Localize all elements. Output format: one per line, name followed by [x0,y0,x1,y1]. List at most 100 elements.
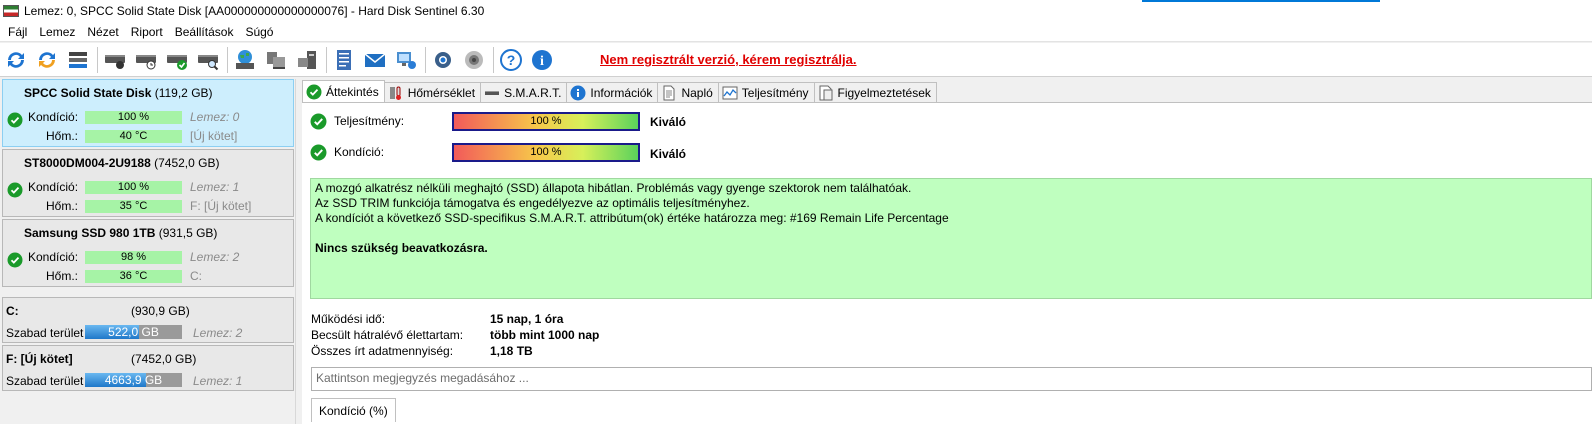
overview-content: Teljesítmény: 100 % Kiváló Kondíció: 100… [302,102,1592,424]
disk-size: (119,2 GB) [154,86,213,100]
volume-label: F: [Új kötet] [190,199,252,213]
menu-disk[interactable]: Lemez [33,25,81,39]
disk-name-row: ST8000DM004-2U9188 (7452,0 GB) [24,156,219,170]
tab-label: Áttekintés [326,84,379,99]
disk-name-row: SPCC Solid State Disk (119,2 GB) [24,86,213,100]
log-icon [661,85,677,101]
email-icon[interactable] [362,46,388,74]
network-disk-icon[interactable] [263,46,289,74]
globe-disk-icon[interactable] [232,46,258,74]
performance-rating: Kiváló [650,115,687,129]
app-icon [3,5,19,17]
disk-size: (7452,0 GB) [154,156,220,170]
toolbar-separator [425,46,426,73]
disk-index: Lemez: 2 [193,326,243,340]
menu-file[interactable]: Fájl [2,25,33,39]
tab-alerts[interactable]: Figyelmeztetések [813,82,937,102]
condition-bar: 100 % [452,143,640,162]
send-report-icon[interactable] [393,46,419,74]
menu-view[interactable]: Nézet [81,25,124,39]
title-accent-line [1142,0,1380,2]
check-icon [7,252,23,268]
server-disk-icon[interactable] [294,46,320,74]
disk-list-icon[interactable] [65,46,91,74]
disk-ok-icon[interactable] [164,46,190,74]
tab-label: S.M.A.R.T. [504,85,562,100]
free-space-label: Szabad terület [6,326,84,340]
menu-settings[interactable]: Beállítások [169,25,240,39]
condition-history-tab[interactable]: Kondíció (%) [311,398,396,422]
temperature-label: Hőm.: [46,269,79,283]
check-icon [306,84,322,100]
tab-bar: Áttekintés Hőmérséklet S.M.A.R.T. Inform… [302,80,937,102]
title-bar: Lemez: 0, SPCC Solid State Disk [AA00000… [0,0,1592,22]
condition-bar: 100 % [85,111,182,124]
volume-card-c[interactable]: C: (930,9 GB) Szabad terület 522,0 GB Le… [2,297,294,343]
window-title: Lemez: 0, SPCC Solid State Disk [AA00000… [24,4,485,18]
tab-label: Napló [681,85,713,100]
disk-size: (931,5 GB) [158,226,218,240]
svg-text:i: i [540,54,544,69]
stat-value: 1,18 TB [490,344,533,358]
disk-list-panel: SPCC Solid State Disk (119,2 GB) Kondíci… [2,79,294,424]
settings-icon[interactable] [430,46,456,74]
info-icon[interactable]: i [529,46,555,74]
stat-label: Összes írt adatmennyiség: [311,344,454,358]
condition-row: Kondíció: [310,144,384,161]
condition-bar: 98 % [85,251,182,264]
toolbar-separator [326,46,327,73]
description-line: A kondíciót a következő SSD-specifikus S… [315,211,949,225]
help-icon[interactable]: ? [498,46,524,74]
alerts-icon [818,85,834,101]
status-description-box: A mozgó alkatrész nélküli meghajtó (SSD)… [310,178,1592,299]
menu-report[interactable]: Riport [125,25,169,39]
tab-smart[interactable]: S.M.A.R.T. [480,82,568,102]
performance-row: Teljesítmény: [310,113,404,130]
condition-label: Kondíció: [28,180,79,194]
description-line: Az SSD TRIM funkciója támogatva és enged… [315,196,750,210]
chart-icon [722,85,738,101]
disk-name: SPCC Solid State Disk [24,86,152,100]
disk-index: Lemez: 1 [193,374,243,388]
register-link[interactable]: Nem regisztrált verzió, kérem regisztrál… [600,52,857,67]
volume-label: [Új kötet] [190,129,238,143]
refresh-icon[interactable] [3,46,29,74]
info-icon [570,85,586,101]
temperature-label: Hőm.: [46,129,79,143]
panel-splitter[interactable] [295,79,302,424]
menu-help[interactable]: Súgó [239,25,279,39]
disk-name: ST8000DM004-2U9188 [24,156,151,170]
tab-label: Információk [590,85,653,100]
report-icon[interactable] [331,46,357,74]
tab-temperature[interactable]: Hőmérséklet [383,82,482,102]
tab-information[interactable]: Információk [566,82,659,102]
disk-index: Lemez: 0 [190,110,240,124]
volume-label: C: [190,269,202,283]
disk-schedule-icon[interactable] [133,46,159,74]
disk-card-1[interactable]: ST8000DM004-2U9188 (7452,0 GB) Kondíció:… [2,149,294,217]
disk-name-row: Samsung SSD 980 1TB (931,5 GB) [24,226,217,240]
disk-search-icon[interactable] [195,46,221,74]
menu-bar: Fájl Lemez Nézet Riport Beállítások Súgó [0,22,1592,42]
free-space-value: 4663,9 GB [104,373,163,387]
refresh-all-icon[interactable] [34,46,60,74]
disk-card-0[interactable]: SPCC Solid State Disk (119,2 GB) Kondíci… [2,79,294,147]
tab-overview[interactable]: Áttekintés [302,80,385,102]
disk-card-2[interactable]: Samsung SSD 980 1TB (931,5 GB) Kondíció:… [2,219,294,287]
tab-label: Teljesítmény [741,85,809,100]
performance-bar: 100 % [452,112,640,131]
free-space-bar: 4663,9 GB [85,373,182,387]
stat-label: Becsült hátralévő élettartam: [311,328,464,342]
toolbar-separator [97,46,98,73]
volume-card-f[interactable]: F: [Új kötet] (7452,0 GB) Szabad terület… [2,345,294,391]
tab-performance[interactable]: Teljesítmény [717,82,815,102]
disk-test-icon[interactable] [102,46,128,74]
temperature-bar: 40 °C [85,130,182,143]
tab-label: Hőmérséklet [407,85,476,100]
volume-name: F: [Új kötet] [6,352,73,366]
check-icon [7,112,23,128]
sound-icon[interactable] [461,46,487,74]
note-input[interactable]: Kattintson megjegyzés megadásához ... [311,367,1592,391]
tab-log[interactable]: Napló [657,82,719,102]
temperature-bar: 36 °C [85,270,182,283]
